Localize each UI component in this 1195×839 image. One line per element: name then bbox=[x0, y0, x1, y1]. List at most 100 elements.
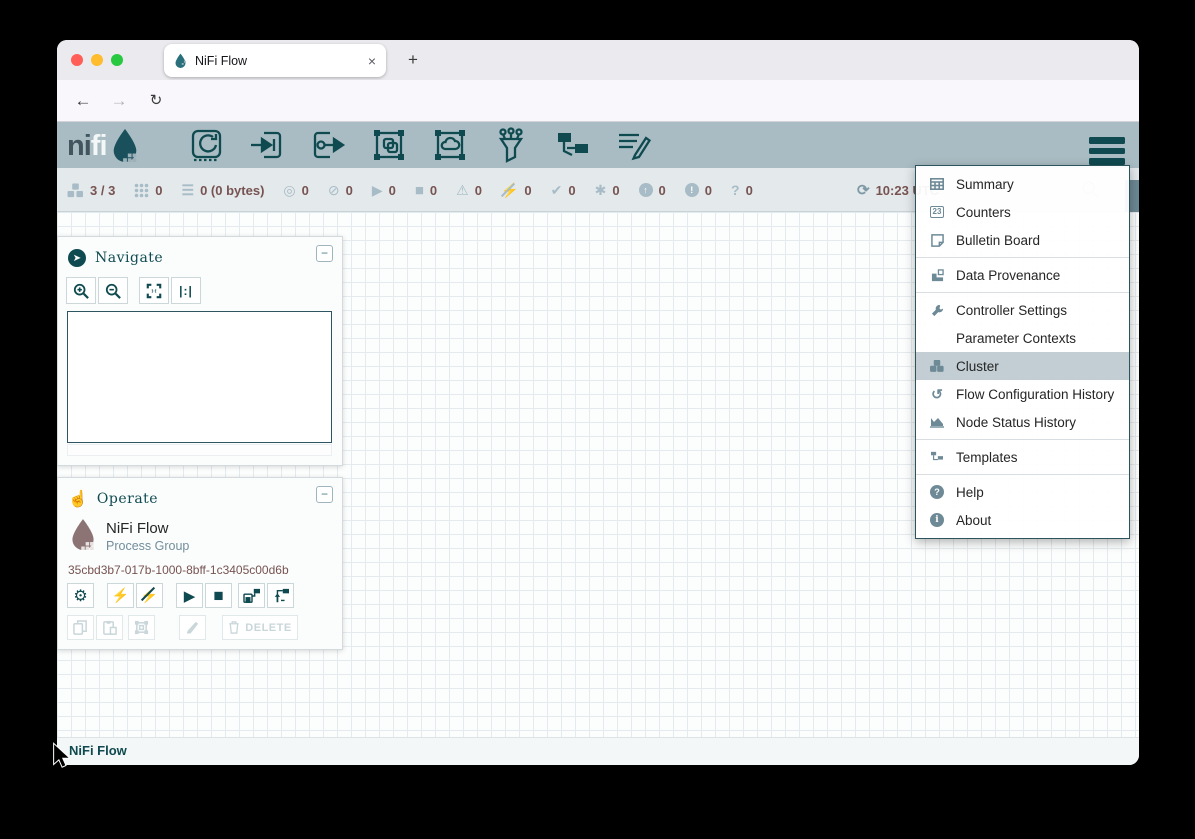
wrench-icon bbox=[928, 304, 946, 317]
nifi-drop-icon bbox=[109, 127, 141, 165]
running-icon: ▶ bbox=[372, 183, 383, 197]
output-port-component-icon[interactable] bbox=[310, 127, 346, 163]
menu-item-data-provenance[interactable]: Data Provenance bbox=[916, 261, 1129, 289]
stop-button[interactable]: ■ bbox=[205, 583, 232, 608]
invalid-status: ⚠ 0 bbox=[456, 183, 482, 198]
remote-process-group-component-icon[interactable] bbox=[432, 127, 468, 163]
stale-status: ↑ 0 bbox=[639, 183, 666, 198]
area-chart-icon bbox=[928, 416, 946, 428]
minimize-window-button[interactable] bbox=[91, 54, 103, 66]
menu-item-templates[interactable]: Templates bbox=[916, 443, 1129, 471]
enable-button[interactable]: ⚡ bbox=[107, 583, 134, 608]
up-to-date-count: 0 bbox=[568, 183, 575, 198]
stale-icon: ↑ bbox=[639, 183, 653, 197]
operate-header: ☝ Operate − bbox=[58, 478, 342, 512]
browser-tab[interactable]: NiFi Flow × bbox=[164, 44, 386, 77]
paste-button[interactable] bbox=[96, 615, 123, 640]
navigate-title: Navigate bbox=[95, 250, 163, 266]
counters-icon: 23 bbox=[928, 206, 946, 218]
menu-item-about[interactable]: i About bbox=[916, 506, 1129, 534]
navigate-palette: ➤ Navigate − |:| bbox=[57, 236, 343, 466]
sync-failure-status: ? 0 bbox=[731, 183, 753, 198]
tab-bar: NiFi Flow × + bbox=[57, 40, 1139, 80]
menu-item-parameter-contexts[interactable]: Parameter Contexts bbox=[916, 324, 1129, 352]
refresh-icon[interactable]: ⟳ bbox=[857, 181, 870, 199]
cluster-icon bbox=[67, 183, 84, 198]
reload-icon[interactable]: ↻ bbox=[144, 89, 168, 113]
stopped-icon: ■ bbox=[415, 183, 424, 198]
breadcrumb-root[interactable]: NiFi Flow bbox=[69, 743, 127, 758]
menu-item-bulletin-board[interactable]: Bulletin Board bbox=[916, 226, 1129, 254]
running-status: ▶ 0 bbox=[372, 183, 396, 198]
forward-icon[interactable]: → bbox=[107, 89, 131, 113]
zoom-out-button[interactable] bbox=[98, 277, 128, 304]
copy-button[interactable] bbox=[67, 615, 94, 640]
menu-item-counters[interactable]: 23 Counters bbox=[916, 198, 1129, 226]
screen: NiFi Flow × + ← → ↻ 192.168.40.11:8080/n… bbox=[0, 0, 1195, 839]
change-color-button[interactable] bbox=[179, 615, 206, 640]
save-template-button[interactable] bbox=[238, 583, 265, 608]
selected-component-type: Process Group bbox=[106, 539, 189, 553]
maximize-window-button[interactable] bbox=[111, 54, 123, 66]
new-tab-button[interactable]: + bbox=[401, 48, 425, 72]
menu-item-node-status-history[interactable]: Node Status History bbox=[916, 408, 1129, 436]
process-group-component-icon[interactable] bbox=[371, 127, 407, 163]
compass-icon: ➤ bbox=[68, 249, 86, 267]
locally-modified-stale-icon: ! bbox=[685, 183, 699, 197]
operate-palette: ☝ Operate − NiFi Flow Process Group 35cb… bbox=[57, 477, 343, 650]
sync-failure-icon: ? bbox=[731, 183, 740, 197]
transmitting-count: 0 bbox=[302, 183, 309, 198]
breadcrumb-bar: NiFi Flow bbox=[57, 737, 1139, 765]
zoom-fit-button[interactable] bbox=[139, 277, 169, 304]
birdseye-minimap[interactable] bbox=[67, 311, 332, 443]
disable-button[interactable]: ⚡ bbox=[136, 583, 163, 608]
menu-separator bbox=[916, 474, 1129, 475]
navigate-collapse-button[interactable]: − bbox=[316, 245, 333, 262]
invalid-icon: ⚠ bbox=[456, 183, 469, 197]
stopped-status: ■ 0 bbox=[415, 183, 437, 198]
global-menu-button[interactable] bbox=[1089, 137, 1125, 169]
zoom-in-button[interactable] bbox=[66, 277, 96, 304]
sync-failure-count: 0 bbox=[746, 183, 753, 198]
locally-modified-stale-count: 0 bbox=[705, 183, 712, 198]
menu-item-help[interactable]: ? Help bbox=[916, 478, 1129, 506]
back-icon[interactable]: ← bbox=[71, 89, 95, 113]
history-icon: ↺ bbox=[928, 386, 946, 403]
configure-button[interactable]: ⚙ bbox=[67, 583, 94, 608]
disabled-count: 0 bbox=[524, 183, 531, 198]
menu-separator bbox=[916, 292, 1129, 293]
menu-item-flow-configuration-history[interactable]: ↺ Flow Configuration History bbox=[916, 380, 1129, 408]
label-component-icon[interactable] bbox=[615, 127, 651, 163]
info-icon: i bbox=[928, 513, 946, 527]
menu-separator bbox=[916, 257, 1129, 258]
menu-item-summary[interactable]: Summary bbox=[916, 170, 1129, 198]
delete-button[interactable]: DELETE bbox=[222, 615, 298, 640]
running-count: 0 bbox=[389, 183, 396, 198]
input-port-component-icon[interactable] bbox=[249, 127, 285, 163]
processor-component-icon[interactable] bbox=[188, 127, 224, 163]
close-window-button[interactable] bbox=[71, 54, 83, 66]
menu-separator bbox=[916, 439, 1129, 440]
menu-item-cluster[interactable]: Cluster bbox=[916, 352, 1129, 380]
locally-modified-status: ✱ 0 bbox=[595, 183, 620, 198]
funnel-component-icon[interactable] bbox=[493, 127, 529, 163]
operate-title: Operate bbox=[97, 491, 158, 507]
not-transmitting-icon: ⊘ bbox=[328, 183, 340, 197]
group-button[interactable] bbox=[128, 615, 155, 640]
locally-modified-icon: ✱ bbox=[595, 183, 607, 197]
upload-template-button[interactable] bbox=[267, 583, 294, 608]
tab-title: NiFi Flow bbox=[195, 54, 368, 68]
zoom-actual-button[interactable]: |:| bbox=[171, 277, 201, 304]
browser-window: NiFi Flow × + ← → ↻ 192.168.40.11:8080/n… bbox=[57, 40, 1139, 765]
transmitting-icon: ◎ bbox=[283, 183, 295, 197]
operate-collapse-button[interactable]: − bbox=[316, 486, 333, 503]
not-transmitting-count: 0 bbox=[346, 183, 353, 198]
threads-status: 0 bbox=[134, 183, 162, 198]
menu-item-controller-settings[interactable]: Controller Settings bbox=[916, 296, 1129, 324]
template-component-icon[interactable] bbox=[554, 127, 590, 163]
mouse-cursor bbox=[52, 742, 74, 772]
tab-close-icon[interactable]: × bbox=[368, 53, 376, 69]
nifi-favicon bbox=[174, 53, 187, 68]
selected-component-id: 35cbd3b7-017b-1000-8bff-1c3405c00d6b bbox=[68, 563, 289, 577]
start-button[interactable]: ▶ bbox=[176, 583, 203, 608]
